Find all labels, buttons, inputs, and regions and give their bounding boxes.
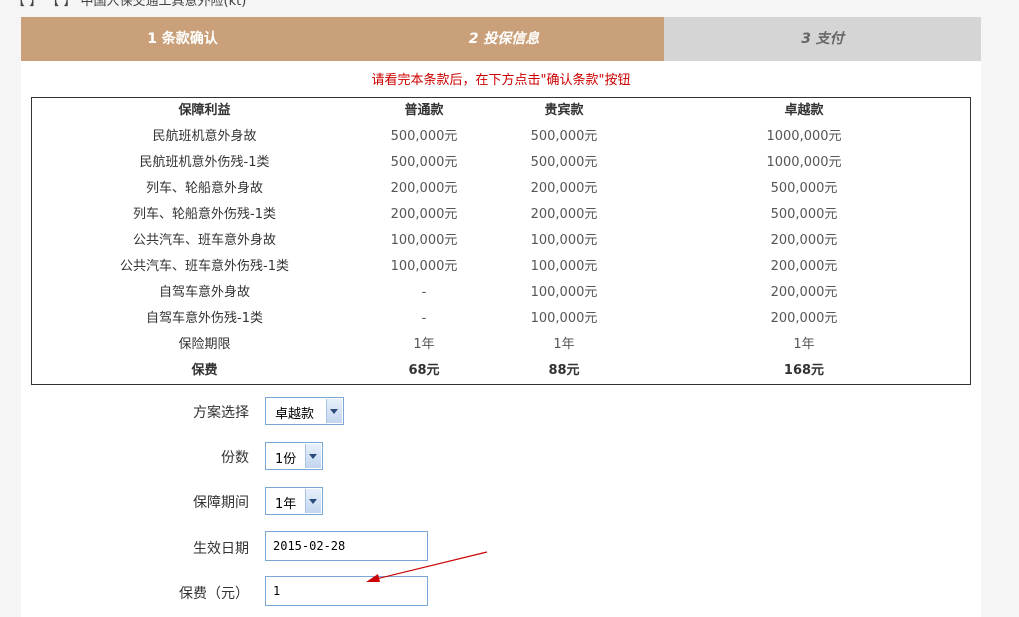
annotation-arrow (366, 551, 488, 582)
